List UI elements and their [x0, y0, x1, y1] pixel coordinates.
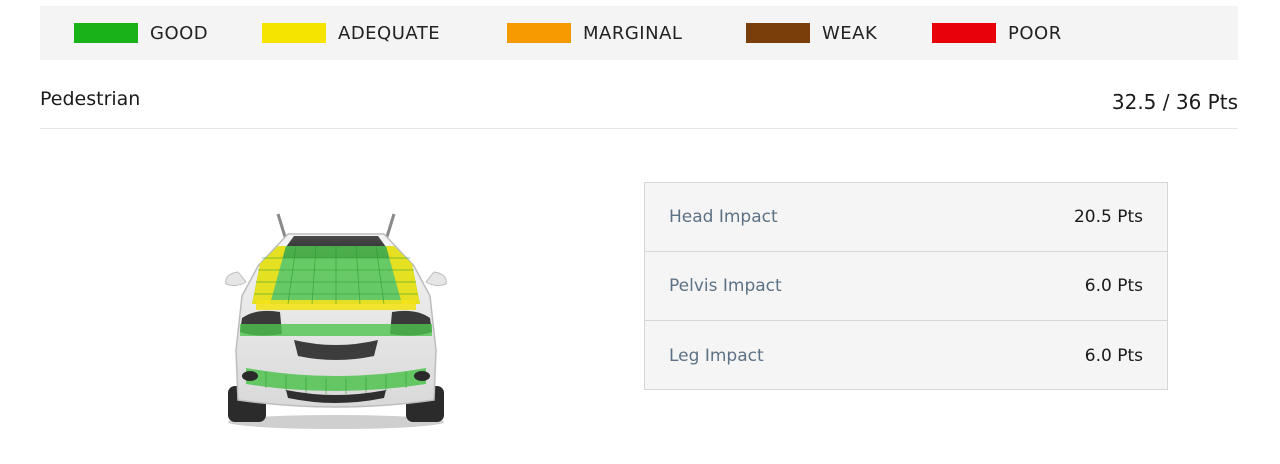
legend-swatch-marginal	[507, 23, 571, 43]
legend-label-adequate: ADEQUATE	[338, 22, 441, 44]
table-row: Leg Impact 6.0 Pts	[645, 321, 1167, 390]
legend-swatch-adequate	[262, 23, 326, 43]
legend-label-poor: POOR	[1008, 22, 1062, 44]
legend-swatch-good	[74, 23, 138, 43]
legend-swatch-poor	[932, 23, 996, 43]
car-front-pedestrian-zones-icon	[216, 200, 456, 432]
section-title: Pedestrian	[40, 88, 141, 110]
section-divider	[40, 128, 1238, 129]
section-score: 32.5 / 36 Pts	[1111, 90, 1238, 114]
legend-item-adequate: ADEQUATE	[262, 6, 440, 60]
legend-item-good: GOOD	[74, 6, 208, 60]
impact-label: Head Impact	[669, 207, 778, 227]
impact-score: 6.0 Pts	[1084, 345, 1143, 366]
table-row: Head Impact 20.5 Pts	[645, 183, 1167, 252]
table-row: Pelvis Impact 6.0 Pts	[645, 252, 1167, 321]
impact-label: Pelvis Impact	[669, 276, 782, 296]
impact-score: 6.0 Pts	[1084, 276, 1143, 296]
legend-label-marginal: MARGINAL	[583, 22, 683, 44]
legend-label-weak: WEAK	[822, 22, 878, 44]
impact-score: 20.5 Pts	[1073, 207, 1143, 227]
legend-item-marginal: MARGINAL	[507, 6, 682, 60]
impact-label: Leg Impact	[669, 345, 764, 366]
legend-item-weak: WEAK	[746, 6, 877, 60]
legend-swatch-weak	[746, 23, 810, 43]
rating-legend: GOOD ADEQUATE MARGINAL WEAK POOR	[40, 6, 1238, 60]
legend-label-good: GOOD	[150, 22, 209, 44]
legend-item-poor: POOR	[932, 6, 1062, 60]
impact-scores-table: Head Impact 20.5 Pts Pelvis Impact 6.0 P…	[644, 182, 1168, 390]
